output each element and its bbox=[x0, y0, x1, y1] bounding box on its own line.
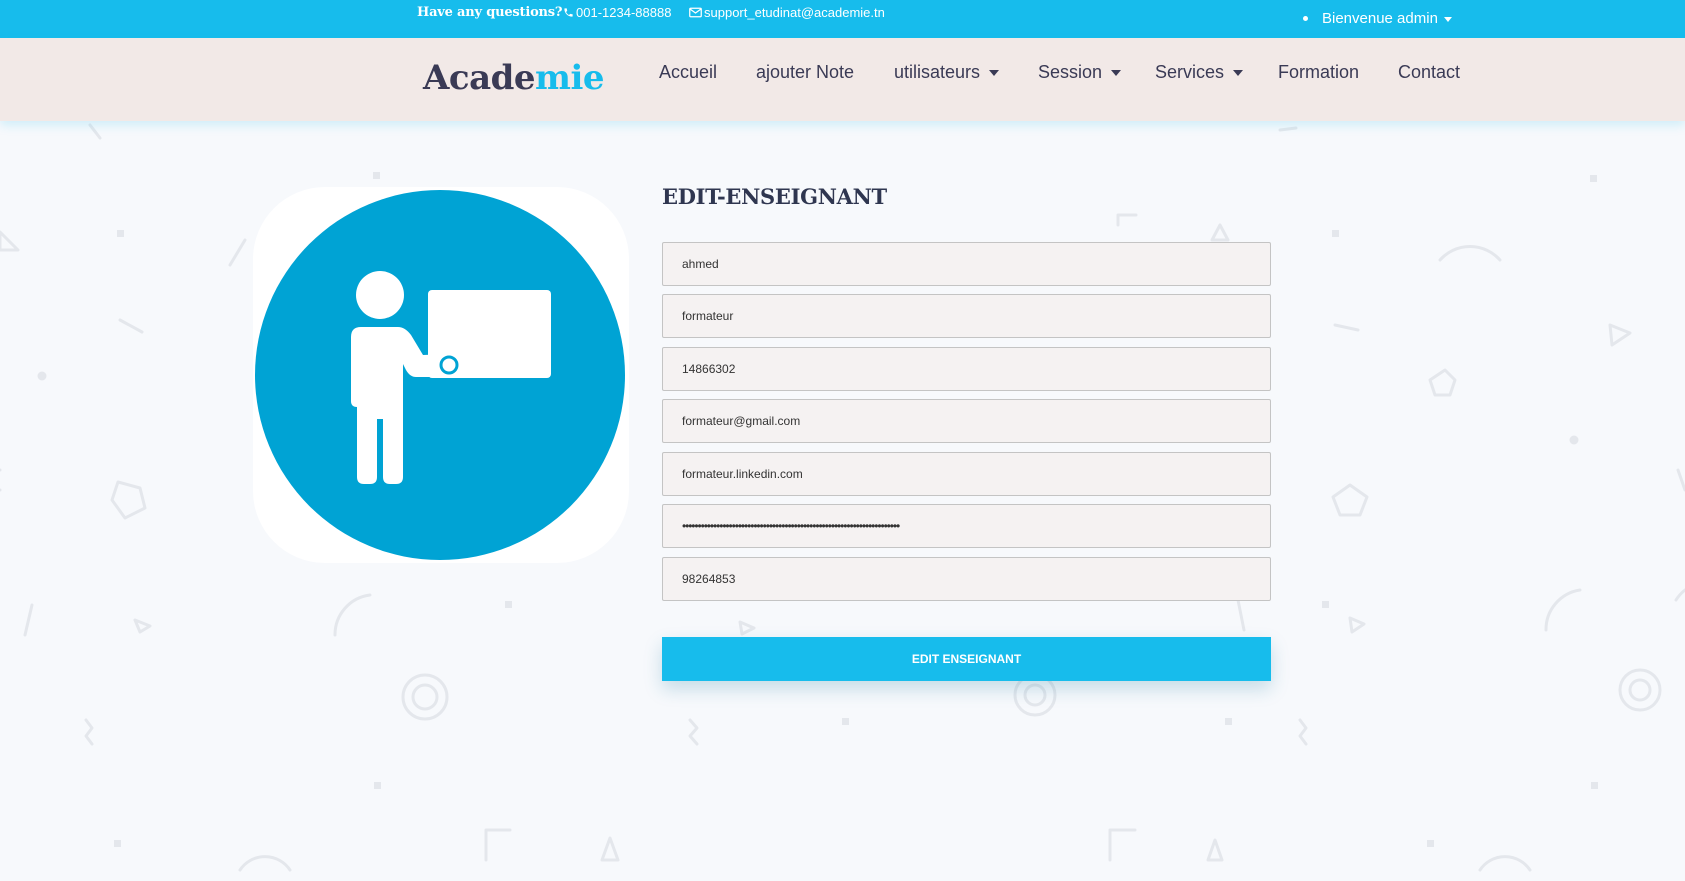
main-navbar: Academie Accueil ajouter Note utilisateu… bbox=[0, 38, 1685, 121]
welcome-label: Bienvenue admin bbox=[1322, 10, 1438, 27]
teacher-illustration bbox=[253, 187, 629, 563]
user-menu-dropdown[interactable]: Bienvenue admin bbox=[1303, 10, 1452, 27]
email-field[interactable] bbox=[662, 399, 1271, 443]
linkedin-field[interactable] bbox=[662, 452, 1271, 496]
nav-item-session[interactable]: Session bbox=[1038, 62, 1122, 83]
nav-item-contact[interactable]: Contact bbox=[1398, 62, 1460, 83]
prenom-field[interactable] bbox=[662, 294, 1271, 338]
teacher-board-icon bbox=[255, 190, 625, 560]
envelope-icon bbox=[689, 7, 702, 18]
chevron-down-icon bbox=[1233, 69, 1244, 76]
chevron-down-icon bbox=[1443, 17, 1452, 22]
top-info-bar: Have any questions? 001-1234-88888 suppo… bbox=[0, 0, 1685, 38]
nav-item-accueil[interactable]: Accueil bbox=[659, 62, 717, 83]
nav-item-services[interactable]: Services bbox=[1155, 62, 1244, 83]
phone-contact[interactable]: 001-1234-88888 bbox=[563, 5, 671, 20]
cin-field[interactable] bbox=[662, 347, 1271, 391]
phone-icon bbox=[564, 8, 573, 17]
page-title: EDIT-ENSEIGNANT bbox=[662, 184, 887, 209]
telephone-field[interactable] bbox=[662, 557, 1271, 601]
chevron-down-icon bbox=[989, 69, 1000, 76]
bullet-icon bbox=[1303, 16, 1308, 21]
phone-number: 001-1234-88888 bbox=[576, 5, 672, 20]
nav-links: Accueil ajouter Note utilisateurs Sessio… bbox=[0, 62, 1685, 92]
edit-enseignant-button[interactable]: EDIT ENSEIGNANT bbox=[662, 637, 1271, 681]
nav-item-formation[interactable]: Formation bbox=[1278, 62, 1359, 83]
email-address: support_etudinat@academie.tn bbox=[704, 5, 885, 20]
password-field[interactable] bbox=[662, 504, 1271, 548]
nom-field[interactable] bbox=[662, 242, 1271, 286]
nav-item-utilisateurs[interactable]: utilisateurs bbox=[894, 62, 1000, 83]
nav-item-ajouter-note[interactable]: ajouter Note bbox=[756, 62, 854, 83]
chevron-down-icon bbox=[1111, 69, 1122, 76]
questions-text: Have any questions? bbox=[417, 5, 563, 20]
email-contact[interactable]: support_etudinat@academie.tn bbox=[689, 5, 885, 20]
